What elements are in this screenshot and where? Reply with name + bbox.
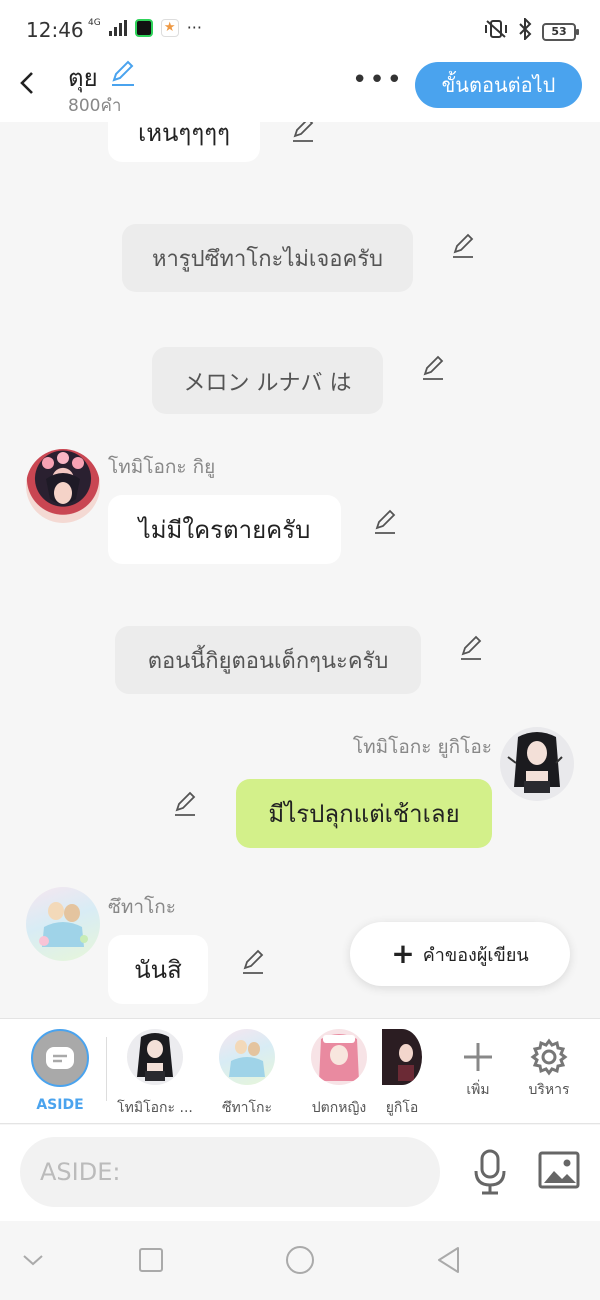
- divider: [106, 1037, 107, 1101]
- more-options-button[interactable]: •••: [352, 67, 404, 93]
- edit-message-icon[interactable]: [372, 508, 400, 536]
- character-avatar: [382, 1029, 422, 1085]
- character-avatar: [127, 1029, 183, 1085]
- next-step-button[interactable]: ขั้นตอนต่อไป: [415, 62, 582, 108]
- status-left-icons: 4G ★ ···: [88, 18, 202, 37]
- message-text: เหนๆๆๆๆ: [138, 122, 230, 147]
- speaker-name: โทมิโอกะ กิยู: [108, 456, 216, 478]
- chevron-down-icon[interactable]: [18, 1245, 48, 1275]
- avatar-art: [39, 902, 88, 947]
- add-icon: [464, 1043, 492, 1071]
- back-icon[interactable]: [16, 68, 40, 98]
- network-label: 4G: [88, 18, 101, 28]
- character-aside[interactable]: ASIDE: [20, 1029, 100, 1113]
- character-avatar: [219, 1029, 275, 1085]
- word-count: 800คำ: [68, 96, 122, 116]
- character-avatar[interactable]: [26, 449, 100, 523]
- character-avatar: [311, 1029, 367, 1085]
- recent-apps-icon[interactable]: [136, 1245, 166, 1275]
- more-notifications: ···: [186, 18, 202, 37]
- character-sutako[interactable]: ซึทาโกะ: [207, 1029, 287, 1119]
- character-label: ปตกหญิง: [311, 1100, 367, 1116]
- manage-characters-button[interactable]: บริหาร: [509, 1029, 589, 1101]
- chat-area[interactable]: เหนๆๆๆๆ หารูปซึทาโกะไม่เจอครับ メロン ルナバ は…: [0, 122, 600, 1018]
- avatar-art: [507, 732, 563, 793]
- message-text: หารูปซึทาโกะไม่เจอครับ: [151, 246, 384, 272]
- system-nav-bar: [0, 1221, 600, 1300]
- message-text: ไม่มีใครตายครับ: [138, 516, 311, 544]
- plus-icon: +: [391, 937, 415, 970]
- character-avatar[interactable]: [26, 887, 100, 961]
- character-label: บริหาร: [528, 1082, 570, 1098]
- add-character-button[interactable]: เพิ่ม: [438, 1029, 518, 1101]
- edit-message-icon[interactable]: [458, 634, 486, 662]
- edit-message-icon[interactable]: [172, 790, 200, 818]
- message-text: メロン ルナバ は: [183, 370, 352, 396]
- edit-message-icon[interactable]: [450, 232, 478, 260]
- message-bubble[interactable]: นันสิ: [108, 935, 208, 1004]
- character-label: โทมิโอกะ ...: [117, 1100, 193, 1116]
- message-text: มีไรปลุกแต่เช้าเลย: [268, 800, 460, 828]
- author-note-label: คำของผู้เขียน: [422, 944, 529, 966]
- microphone-icon[interactable]: [470, 1149, 510, 1195]
- app-notification-icon: [134, 18, 153, 37]
- edit-message-icon[interactable]: [240, 948, 268, 976]
- message-bubble[interactable]: เหนๆๆๆๆ: [108, 122, 260, 162]
- character-yukio[interactable]: ยูกิโอ: [372, 1029, 432, 1119]
- back-nav-icon[interactable]: [434, 1245, 464, 1275]
- header: ตุย 800คำ ••• ขั้นตอนต่อไป: [0, 56, 600, 122]
- message-bubble[interactable]: มีไรปลุกแต่เช้าเลย: [236, 779, 492, 848]
- character-label: ยูกิโอ: [385, 1100, 419, 1116]
- message-bubble[interactable]: ไม่มีใครตายครับ: [108, 495, 341, 564]
- speaker-name: ซึทาโกะ: [108, 896, 177, 918]
- aside-icon: [31, 1029, 89, 1087]
- narration-bubble[interactable]: หารูปซึทาโกะไม่เจอครับ: [122, 224, 413, 292]
- edit-message-icon[interactable]: [420, 354, 448, 382]
- author-note-button[interactable]: + คำของผู้เขียน: [350, 922, 570, 986]
- speaker-name: โทมิโอกะ ยูกิโอะ: [352, 736, 492, 758]
- character-label: เพิ่ม: [466, 1082, 490, 1098]
- character-female[interactable]: ปตกหญิง: [299, 1029, 379, 1119]
- character-tomioka[interactable]: โทมิโอกะ ...: [115, 1029, 195, 1119]
- character-avatar[interactable]: [500, 727, 574, 801]
- home-icon[interactable]: [285, 1245, 315, 1275]
- message-input[interactable]: ASIDE:: [20, 1137, 440, 1207]
- character-label: ASIDE: [36, 1097, 84, 1113]
- bluetooth-icon: [518, 16, 532, 45]
- message-text: นันสิ: [134, 956, 182, 984]
- message-text: ตอนนี้กิยูตอนเด็กๆนะครับ: [147, 648, 389, 674]
- image-icon[interactable]: [538, 1151, 580, 1189]
- character-bar: ASIDE โทมิโอกะ ... ซึทาโกะ ปตกหญิง ยูกิโ…: [0, 1018, 600, 1124]
- input-bar: ASIDE:: [0, 1125, 600, 1221]
- gear-icon: [530, 1038, 568, 1076]
- vibrate-icon: [484, 19, 508, 44]
- edit-title-icon[interactable]: [108, 58, 138, 88]
- status-right-icons: 53: [484, 16, 579, 45]
- status-time: 12:46: [26, 18, 84, 42]
- app-star-icon: ★: [160, 18, 179, 37]
- status-bar: 12:46 4G ★ ··· 53: [0, 0, 600, 56]
- narration-bubble[interactable]: ตอนนี้กิยูตอนเด็กๆนะครับ: [115, 626, 421, 694]
- avatar-art: [42, 452, 84, 504]
- narration-bubble[interactable]: メロン ルナバ は: [152, 347, 383, 414]
- character-label: ซึทาโกะ: [221, 1100, 273, 1116]
- edit-message-icon[interactable]: [290, 122, 318, 144]
- battery-icon: 53: [542, 22, 579, 41]
- signal-icon: [108, 19, 127, 36]
